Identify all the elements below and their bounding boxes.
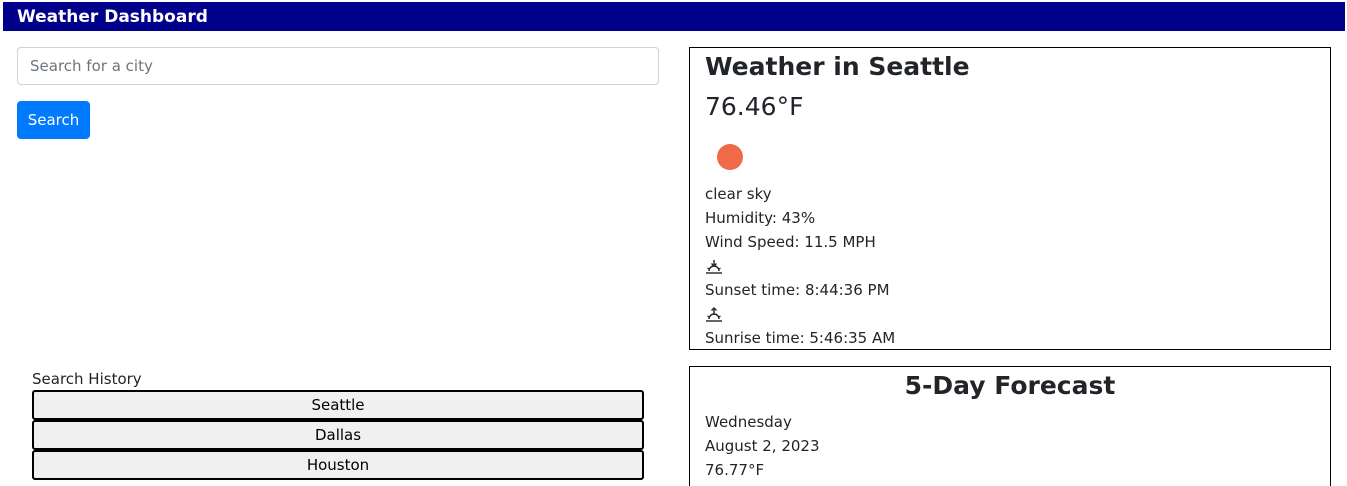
page-title: Weather Dashboard (17, 7, 208, 27)
app-header: Weather Dashboard (0, 0, 1347, 32)
search-button[interactable]: Search (17, 101, 90, 139)
search-history-title: Search History (32, 370, 142, 388)
humidity-text: Humidity: 43% (705, 209, 816, 227)
current-weather-panel: Weather in Seattle 76.46°F clear sky Hum… (689, 47, 1331, 350)
current-temperature: 76.46°F (705, 92, 804, 121)
forecast-title: 5-Day Forecast (904, 371, 1116, 400)
weather-description: clear sky (705, 185, 772, 203)
forecast-day-weekday: Wednesday (705, 413, 792, 431)
history-item-houston[interactable]: Houston (32, 450, 644, 480)
forecast-panel: 5-Day Forecast Wednesday August 2, 2023 … (689, 366, 1331, 486)
city-search-input[interactable] (17, 47, 659, 85)
history-item-dallas[interactable]: Dallas (32, 420, 644, 450)
sun-icon (717, 144, 743, 170)
current-weather-title: Weather in Seattle (705, 52, 970, 81)
forecast-day-temperature: 76.77°F (705, 461, 765, 479)
history-item-seattle[interactable]: Seattle (32, 390, 644, 420)
sunset-time: Sunset time: 8:44:36 PM (705, 281, 890, 299)
forecast-day-date: August 2, 2023 (705, 437, 820, 455)
sunrise-time: Sunrise time: 5:46:35 AM (705, 329, 896, 347)
header-bar: Weather Dashboard (3, 2, 1345, 31)
sunrise-icon (706, 307, 722, 322)
wind-speed-text: Wind Speed: 11.5 MPH (705, 233, 876, 251)
sunset-icon (706, 260, 722, 274)
